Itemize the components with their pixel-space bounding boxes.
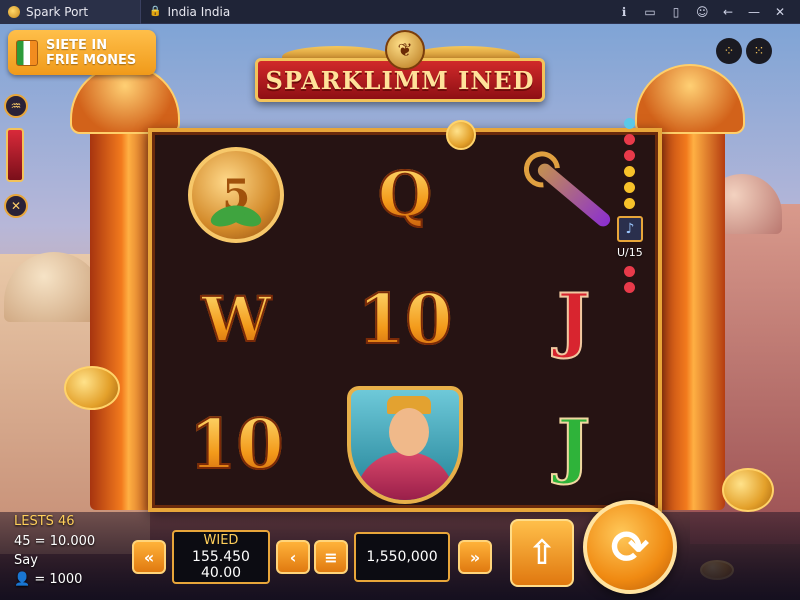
reel-cell: W (152, 257, 321, 382)
browser-tabbar: Spark Port 🔒 India India ℹ ▭ ▯ ☺ ← — ✕ (0, 0, 800, 24)
card-icon[interactable] (6, 128, 24, 182)
apps-icon[interactable]: ⁙ (746, 38, 772, 64)
menu-button[interactable]: ≡ (314, 540, 348, 574)
split-view-icon[interactable]: ▭ (644, 5, 656, 19)
window-controls: ℹ ▭ ▯ ☺ ← — ✕ (618, 5, 800, 19)
coin-icon (722, 468, 774, 512)
favicon-icon (8, 5, 20, 18)
flag-icon (16, 39, 38, 66)
q-symbol: Q (377, 157, 433, 232)
fast-forward-button[interactable]: » (458, 540, 492, 574)
tab-title: India India (167, 4, 231, 19)
window-icon[interactable]: ▯ (670, 5, 682, 19)
say-stat: Say (14, 553, 38, 568)
sound-icon[interactable]: ♒ (4, 94, 28, 118)
spin-button[interactable]: ⟳ (583, 500, 677, 594)
bead (624, 134, 635, 145)
tab-spark-port[interactable]: Spark Port (0, 0, 140, 24)
close-icon[interactable]: ✕ (774, 5, 786, 19)
coins-value: = 1000 (34, 572, 83, 587)
rewind-button[interactable]: « (132, 540, 166, 574)
scatter-icon: ♪ (617, 216, 643, 242)
promo-text: SIETE IN FRIE MONES (46, 38, 136, 68)
pillar-right (655, 80, 725, 510)
share-button[interactable]: ‹ (276, 540, 310, 574)
j-red-symbol: J (556, 277, 591, 362)
info-icon[interactable]: ℹ (618, 5, 630, 19)
bead (624, 166, 635, 177)
wand-symbol-icon (534, 160, 613, 229)
w-symbol: W (201, 282, 273, 357)
scatter-count: U/15 (617, 246, 643, 259)
game-title: SPARKLIMM INED (265, 65, 535, 95)
promo-line-1: SIETE IN (46, 37, 108, 53)
minimize-icon[interactable]: — (748, 5, 760, 19)
win-value-1: 155.450 (192, 549, 250, 565)
bead-indicator-lower (624, 266, 635, 293)
balance-stat: 45 = 10.000 (14, 534, 96, 549)
bead (624, 150, 635, 161)
j-green-symbol: J (556, 403, 591, 488)
reel-frame: 5 Q W 10 J 10 J (148, 128, 662, 512)
bead (624, 182, 635, 193)
reel-grid: 5 Q W 10 J 10 J (152, 132, 658, 508)
reel-cell: 10 (152, 383, 321, 508)
bead (624, 198, 635, 209)
reel-cell: 5 (152, 132, 321, 257)
win-display: WIED 155.450 40.00 (172, 530, 270, 584)
tab-title: Spark Port (26, 4, 89, 19)
close-icon[interactable]: ✕ (4, 194, 28, 218)
coin-icon (446, 120, 476, 150)
bead-indicator (624, 118, 635, 209)
promo-line-2: FRIE MONES (46, 52, 137, 68)
profile-icon[interactable]: ☺ (696, 5, 709, 19)
peacock-crest-icon: ❦ (385, 30, 425, 70)
tab-india[interactable]: 🔒 India India (140, 0, 240, 24)
bead (624, 118, 635, 129)
back-icon[interactable]: ← (722, 5, 734, 19)
promo-button[interactable]: SIETE IN FRIE MONES (8, 30, 156, 75)
lock-icon: 🔒 (149, 6, 162, 17)
ten-symbol: 10 (357, 279, 454, 361)
ten-symbol: 10 (188, 404, 285, 486)
bead (624, 282, 635, 293)
face (388, 408, 429, 457)
coins-stat: 👤 = 1000 (14, 572, 82, 587)
bead (624, 266, 635, 277)
coin-medal-symbol: 5 (188, 146, 285, 243)
robe (354, 452, 455, 501)
reel-cell: Q (321, 132, 490, 257)
lines-stat: LESTS 46 (14, 514, 75, 529)
win-label: WIED (203, 533, 239, 548)
reel-cell: 10 (321, 257, 490, 382)
grid-menu-icon[interactable]: ⁘ (716, 38, 742, 64)
win-value-2: 40.00 (200, 565, 242, 581)
reel-cell: J (489, 383, 658, 508)
user-icon: 👤 (14, 572, 31, 587)
total-display: 1,550,000 (354, 532, 450, 582)
bet-up-button[interactable]: ⇧ (510, 519, 574, 587)
total-value: 1,550,000 (366, 549, 438, 565)
goddess-portrait-symbol (346, 386, 463, 505)
reel-cell (321, 383, 490, 508)
coin-icon (64, 366, 120, 410)
